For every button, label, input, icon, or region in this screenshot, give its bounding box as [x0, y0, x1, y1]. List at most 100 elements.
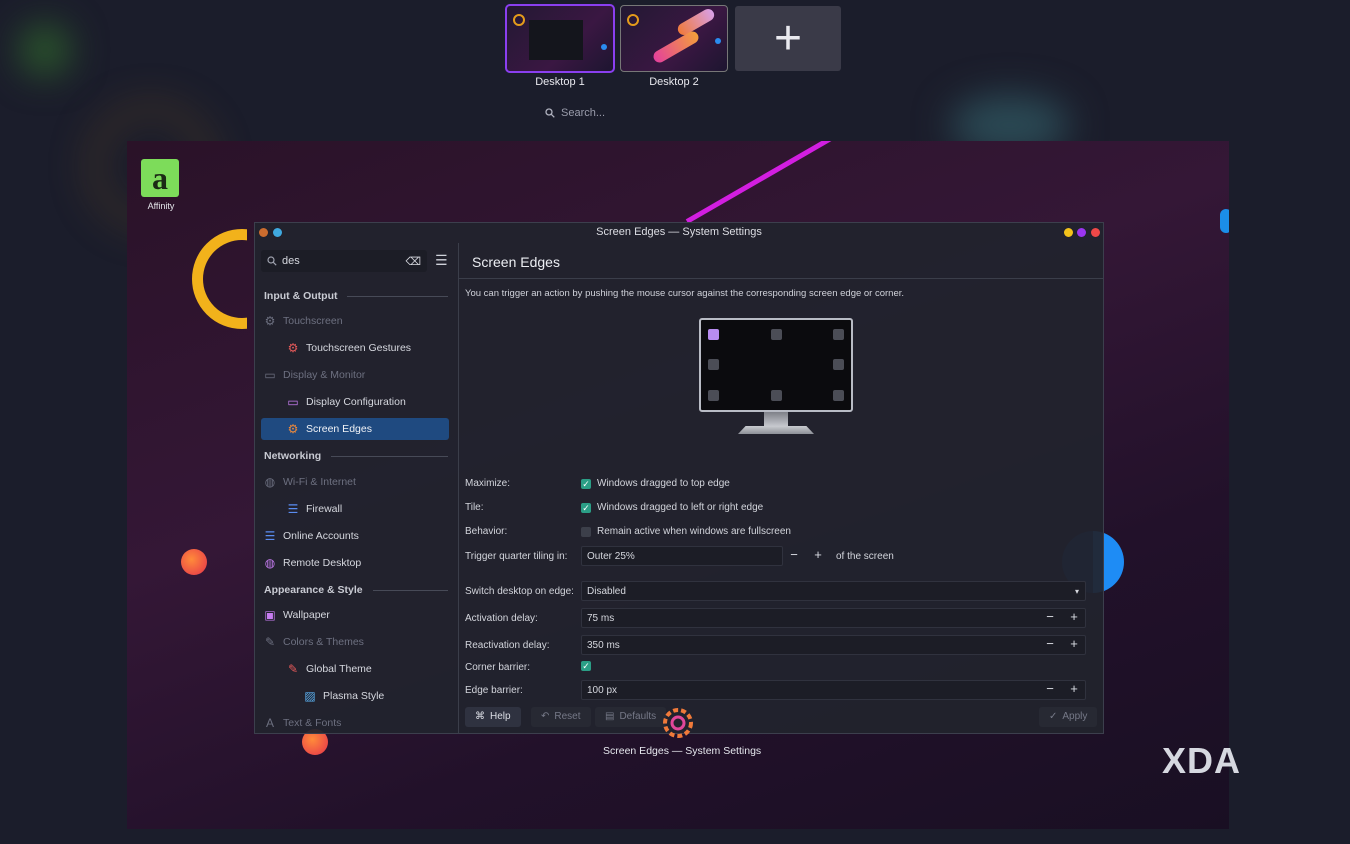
sidebar-item-plasma-style[interactable]: ▨ Plasma Style: [303, 685, 449, 707]
sidebar-item-online-accounts[interactable]: ☰ Online Accounts: [263, 525, 449, 547]
pin-icon[interactable]: [273, 228, 282, 237]
minimize-button[interactable]: [1064, 228, 1073, 237]
desktop-1-label: Desktop 1: [535, 76, 585, 88]
reactivation-delay-increment[interactable]: +: [1067, 636, 1081, 651]
monitor-icon: ▭: [264, 368, 276, 382]
tile-label: Tile:: [465, 502, 484, 513]
page-title: Screen Edges: [472, 254, 560, 270]
app-icon: [259, 228, 268, 237]
sidebar-item-screen-edges[interactable]: ⚙ Screen Edges: [261, 418, 449, 440]
quarter-tiling-field[interactable]: Outer 25%: [581, 546, 783, 566]
quarter-tiling-decrement[interactable]: −: [787, 547, 801, 562]
corner-bottom-left[interactable]: [708, 390, 719, 401]
wallpaper-dot: [1220, 209, 1229, 233]
pager-search-placeholder: Search...: [561, 107, 606, 119]
quarter-tiling-suffix: of the screen: [836, 551, 894, 562]
reactivation-delay-decrement[interactable]: −: [1043, 636, 1057, 651]
monitor-base: [738, 426, 814, 434]
globe-icon: ◍: [264, 475, 276, 489]
search-icon: [267, 256, 277, 266]
maximize-checkbox[interactable]: ✓: [581, 479, 591, 489]
tile-text: Windows dragged to left or right edge: [597, 502, 764, 513]
desktop-1[interactable]: Desktop 1: [505, 4, 615, 88]
section-input-output: Input & Output: [264, 290, 448, 302]
sidebar-item-remote-desktop[interactable]: ◍ Remote Desktop: [263, 552, 449, 574]
gear-icon: ⚙: [287, 341, 299, 355]
font-icon: A: [265, 716, 274, 730]
desktop-2-label: Desktop 2: [649, 76, 699, 88]
help-icon: ⌘: [475, 711, 485, 722]
switch-desktop-select[interactable]: Disabled ▾: [581, 581, 1086, 601]
maximize-button[interactable]: [1077, 228, 1086, 237]
maximize-text: Windows dragged to top edge: [597, 478, 730, 489]
affinity-launcher[interactable]: a Affinity: [141, 159, 181, 211]
sidebar-search-input[interactable]: des ⌫: [261, 250, 427, 272]
desktop-2-thumbnail[interactable]: [620, 5, 728, 72]
globe-icon: ◍: [264, 556, 276, 570]
sidebar-item-display-monitor[interactable]: ▭ Display & Monitor: [263, 364, 449, 386]
quarter-tiling-increment[interactable]: +: [811, 547, 825, 562]
edge-barrier-field[interactable]: 100 px: [581, 680, 1086, 700]
sidebar-item-colors-themes[interactable]: ✎ Colors & Themes: [263, 631, 449, 653]
close-button[interactable]: [1091, 228, 1100, 237]
desktop-2[interactable]: Desktop 2: [620, 5, 728, 88]
corner-bottom-right[interactable]: [833, 390, 844, 401]
bg-decoration: [20, 25, 70, 75]
edge-left[interactable]: [708, 359, 719, 370]
defaults-button[interactable]: ▤ Defaults: [595, 707, 667, 727]
sidebar-item-wallpaper[interactable]: ▣ Wallpaper: [263, 604, 449, 626]
apply-button[interactable]: ✓ Apply: [1039, 707, 1098, 727]
activation-delay-label: Activation delay:: [465, 613, 538, 624]
system-settings-window: Screen Edges — System Settings des ⌫ ☰ I…: [254, 222, 1104, 734]
sidebar-item-global-theme[interactable]: ✎ Global Theme: [286, 658, 449, 680]
reset-button[interactable]: ↶ Reset: [531, 707, 591, 727]
pager-search[interactable]: Search...: [545, 107, 605, 119]
sidebar-item-display-configuration[interactable]: ▭ Display Configuration: [286, 391, 449, 413]
activation-delay-decrement[interactable]: −: [1043, 609, 1057, 624]
hamburger-menu-icon[interactable]: ☰: [435, 252, 448, 269]
edge-barrier-decrement[interactable]: −: [1043, 681, 1057, 696]
firewall-icon: ☰: [287, 502, 299, 516]
corner-top-right[interactable]: [833, 329, 844, 340]
sidebar-search-value: des: [282, 255, 300, 267]
sidebar-item-touchscreen-gestures[interactable]: ⚙ Touchscreen Gestures: [286, 337, 449, 359]
behavior-label: Behavior:: [465, 526, 508, 537]
window-titlebar[interactable]: Screen Edges — System Settings: [255, 223, 1103, 242]
plasma-style-icon: ▨: [304, 689, 316, 703]
content-pane: Screen Edges You can trigger an action b…: [459, 243, 1103, 733]
sidebar-item-wifi-internet[interactable]: ◍ Wi-Fi & Internet: [263, 471, 449, 493]
edge-bottom[interactable]: [771, 390, 782, 401]
maximize-label: Maximize:: [465, 478, 511, 489]
behavior-checkbox[interactable]: [581, 527, 591, 537]
corner-top-left[interactable]: [708, 329, 719, 340]
monitor-stand: [764, 412, 788, 426]
quarter-tiling-label: Trigger quarter tiling in:: [465, 551, 568, 562]
clear-search-icon[interactable]: ⌫: [405, 255, 421, 268]
desktop-1-thumbnail[interactable]: [505, 4, 615, 73]
tile-checkbox[interactable]: ✓: [581, 503, 591, 513]
section-networking: Networking: [264, 450, 448, 462]
sidebar-item-text-fonts[interactable]: A Text & Fonts: [263, 712, 449, 734]
edge-barrier-label: Edge barrier:: [465, 685, 523, 696]
corner-barrier-checkbox[interactable]: ✓: [581, 661, 591, 671]
add-desktop-button[interactable]: +: [735, 6, 841, 71]
help-button[interactable]: ⌘ Help: [465, 707, 521, 727]
section-appearance-style: Appearance & Style: [264, 584, 448, 596]
gear-icon: ⚙: [287, 422, 299, 436]
system-settings-gear-icon[interactable]: [660, 705, 696, 741]
gear-icon: ⚙: [264, 314, 276, 328]
reactivation-delay-field[interactable]: 350 ms: [581, 635, 1086, 655]
edge-top[interactable]: [771, 329, 782, 340]
activation-delay-field[interactable]: 75 ms: [581, 608, 1086, 628]
activation-delay-increment[interactable]: +: [1067, 609, 1081, 624]
sidebar-item-touchscreen[interactable]: ⚙ Touchscreen: [263, 310, 449, 332]
wallpaper-dot: [181, 549, 207, 575]
brush-icon: ✎: [264, 635, 276, 649]
affinity-label: Affinity: [147, 201, 175, 211]
corner-barrier-label: Corner barrier:: [465, 662, 531, 673]
accounts-icon: ☰: [264, 529, 276, 543]
taskbar-label: Screen Edges — System Settings: [603, 745, 762, 757]
edge-barrier-increment[interactable]: +: [1067, 681, 1081, 696]
sidebar-item-firewall[interactable]: ☰ Firewall: [286, 498, 449, 520]
edge-right[interactable]: [833, 359, 844, 370]
